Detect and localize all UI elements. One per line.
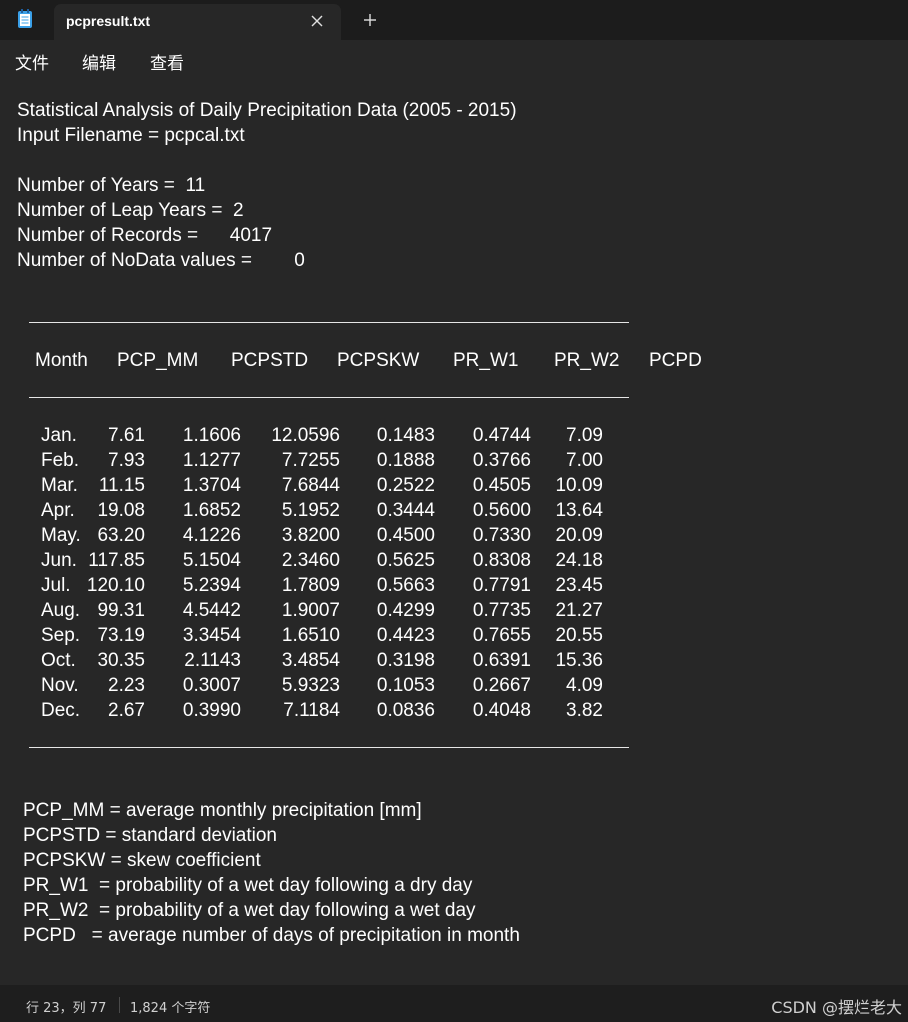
cell-pcpd: 4.09	[566, 675, 603, 696]
number-of-records: Number of Records = 4017	[17, 225, 273, 246]
header-pcpd: PCPD	[649, 350, 702, 371]
cell-pcpskw: 2.3460	[281, 550, 340, 571]
cell-pcpd: 7.00	[566, 450, 603, 471]
table-top-rule	[29, 322, 629, 323]
cell-pcpd: 3.82	[566, 700, 603, 721]
cell-pcpskw: 7.6844	[281, 475, 340, 496]
cell-pcp-mm: 73.19	[97, 625, 145, 646]
legend-pcpstd: PCPSTD = standard deviation	[23, 825, 277, 846]
cell-pcpstd: 1.6852	[182, 500, 241, 521]
cell-pcp-mm: 99.31	[97, 600, 145, 621]
cell-pcpstd: 0.3990	[182, 700, 241, 721]
text-editor[interactable]: Statistical Analysis of Daily Precipitat…	[0, 80, 908, 985]
cell-pr-w1: 0.2522	[376, 475, 435, 496]
cell-pcpd: 20.55	[555, 625, 603, 646]
cell-pcp-mm: 2.23	[108, 675, 145, 696]
cell-pcp-mm: 63.20	[97, 525, 145, 546]
cursor-position[interactable]: 行 23，列 77	[26, 997, 106, 1016]
cell-pr-w1: 0.4423	[376, 625, 435, 646]
number-of-nodata: Number of NoData values = 0	[17, 250, 305, 271]
header-pr-w1: PR_W1	[453, 350, 519, 371]
cell-pcpskw: 1.7809	[281, 575, 340, 596]
cell-pcp-mm: 2.67	[108, 700, 145, 721]
cell-pcpd: 7.09	[566, 425, 603, 446]
cell-pcpstd: 1.1277	[182, 450, 241, 471]
cell-pr-w1: 0.5625	[376, 550, 435, 571]
table-bottom-rule	[29, 747, 629, 748]
status-bar: 行 23，列 77 1,824 个字符 CSDN @摆烂老大	[0, 985, 908, 1022]
cell-pcp-mm: 30.35	[97, 650, 145, 671]
cell-pr-w1: 0.1888	[376, 450, 435, 471]
notepad-icon	[18, 9, 32, 28]
cell-pcp-mm: 7.93	[108, 450, 145, 471]
cell-pcpstd: 4.1226	[182, 525, 241, 546]
cell-pcpstd: 5.2394	[182, 575, 241, 596]
status-divider	[119, 997, 120, 1013]
plus-icon[interactable]	[362, 12, 378, 28]
report-title: Statistical Analysis of Daily Precipitat…	[17, 100, 517, 121]
cell-pcpd: 23.45	[555, 575, 603, 596]
menu-edit[interactable]: 编辑	[82, 49, 116, 74]
legend-pr-w2: PR_W2 = probability of a wet day followi…	[23, 900, 476, 921]
cell-pcp-mm: 11.15	[98, 475, 145, 496]
cell-pcpstd: 1.1606	[182, 425, 241, 446]
header-pr-w2: PR_W2	[554, 350, 620, 371]
cell-pcpstd: 4.5442	[182, 600, 241, 621]
close-icon[interactable]	[309, 13, 325, 29]
cell-pcpskw: 7.1184	[283, 700, 340, 721]
cell-pcpskw: 1.6510	[281, 625, 340, 646]
cell-pcpskw: 5.9323	[281, 675, 340, 696]
cell-pcpskw: 5.1952	[281, 500, 340, 521]
input-filename: Input Filename = pcpcal.txt	[17, 125, 245, 146]
cell-pr-w1: 0.0836	[376, 700, 435, 721]
tab-title: pcpresult.txt	[66, 13, 151, 29]
cell-pcpd: 24.18	[555, 550, 603, 571]
menu-bar: 文件 编辑 查看	[0, 40, 908, 80]
cell-pcpstd: 1.3704	[182, 475, 241, 496]
header-month: Month	[35, 350, 88, 371]
number-of-leap-years: Number of Leap Years = 2	[17, 200, 244, 221]
table-header-rule	[29, 397, 629, 398]
cell-pcpstd: 0.3007	[182, 675, 241, 696]
cell-pcpd: 15.36	[555, 650, 603, 671]
header-pcpskw: PCPSKW	[337, 350, 420, 371]
cell-pcpd: 20.09	[555, 525, 603, 546]
cell-pcpskw: 12.0596	[271, 425, 340, 446]
legend-pcpskw: PCPSKW = skew coefficient	[23, 850, 261, 871]
legend-pr-w1: PR_W1 = probability of a wet day followi…	[23, 875, 473, 896]
cell-pcp-mm: 117.85	[88, 550, 145, 571]
cell-pcp-mm: 19.08	[97, 500, 145, 521]
cell-pcpskw: 3.8200	[281, 525, 340, 546]
menu-file[interactable]: 文件	[15, 49, 49, 74]
header-pcpstd: PCPSTD	[231, 350, 309, 371]
cell-pr-w1: 0.4500	[376, 525, 435, 546]
cell-pcpd: 10.09	[555, 475, 603, 496]
cell-pr-w1: 0.4299	[376, 600, 435, 621]
cell-pr-w1: 0.1053	[376, 675, 435, 696]
cell-pcpd: 13.64	[555, 500, 603, 521]
number-of-years: Number of Years = 11	[17, 175, 206, 196]
cell-pr-w1: 0.1483	[376, 425, 435, 446]
cell-pr-w1: 0.3444	[376, 500, 435, 521]
cell-pcpstd: 5.1504	[182, 550, 241, 571]
cell-pcpstd: 2.1143	[184, 650, 241, 671]
cell-pcpd: 21.27	[555, 600, 603, 621]
character-count: 1,824 个字符	[130, 1001, 211, 1016]
header-pcp-mm: PCP_MM	[117, 350, 199, 371]
cell-pcpskw: 1.9007	[281, 600, 340, 621]
cell-pr-w1: 0.5663	[376, 575, 435, 596]
tab-strip: pcpresult.txt	[0, 0, 908, 40]
cell-pcp-mm: 7.61	[108, 425, 145, 446]
cell-pcpskw: 7.7255	[281, 450, 340, 471]
cell-pcp-mm: 120.10	[86, 575, 145, 596]
tab-pcpresult[interactable]: pcpresult.txt	[54, 4, 341, 40]
cell-pcpstd: 3.3454	[182, 625, 241, 646]
menu-view[interactable]: 查看	[150, 49, 184, 74]
cell-pcpskw: 3.4854	[281, 650, 340, 671]
cell-pr-w1: 0.3198	[376, 650, 435, 671]
legend-pcpd: PCPD = average number of days of precipi…	[23, 925, 520, 946]
legend-pcp-mm: PCP_MM = average monthly precipitation […	[23, 800, 422, 821]
watermark: CSDN @摆烂老大	[771, 998, 902, 1017]
